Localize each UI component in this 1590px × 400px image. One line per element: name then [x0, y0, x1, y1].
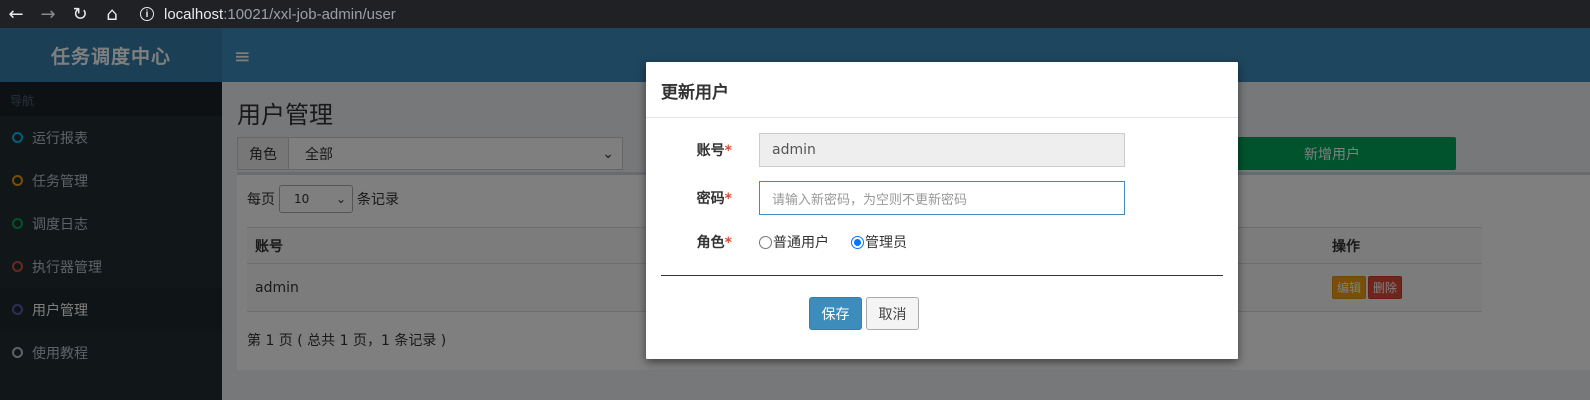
required-mark: * [724, 235, 732, 251]
save-button[interactable]: 保存 [809, 297, 862, 330]
browser-toolbar: ← → ↻ ⌂ i localhost:10021/xxl-job-admin/… [0, 0, 1590, 28]
password-label: 密码* [696, 188, 732, 208]
role-radio-normal[interactable] [759, 235, 772, 249]
address-bar[interactable]: i localhost:10021/xxl-job-admin/user [140, 6, 396, 23]
update-user-modal: 更新用户 账号* admin 密码* 请输入新密码，为空则不更新密码 角色* 普… [646, 62, 1238, 359]
info-icon[interactable]: i [140, 7, 154, 21]
role-option-label: 普通用户 [773, 235, 829, 251]
cancel-button[interactable]: 取消 [866, 297, 919, 330]
role-row: 角色* 普通用户 管理员 [646, 230, 1238, 258]
account-field[interactable]: admin [759, 133, 1125, 167]
form-divider [661, 275, 1223, 276]
role-label: 角色* [696, 232, 732, 252]
password-row: 密码* 请输入新密码，为空则不更新密码 [646, 181, 1238, 215]
url-host: localhost [164, 5, 224, 23]
home-icon[interactable]: ⌂ [96, 0, 128, 28]
account-label-text: 账号 [696, 143, 725, 159]
required-mark: * [724, 191, 732, 207]
reload-icon[interactable]: ↻ [64, 0, 96, 28]
back-icon[interactable]: ← [0, 0, 32, 28]
required-mark: * [724, 143, 732, 159]
account-label: 账号* [696, 140, 732, 160]
password-label-text: 密码 [696, 191, 725, 207]
role-option-label: 管理员 [865, 235, 907, 251]
role-label-text: 角色 [696, 235, 725, 251]
account-row: 账号* admin [646, 133, 1238, 167]
forward-icon[interactable]: → [32, 0, 64, 28]
url-path: :10021/xxl-job-admin/user [223, 5, 396, 23]
modal-title: 更新用户 [646, 62, 1238, 118]
password-field[interactable]: 请输入新密码，为空则不更新密码 [759, 181, 1125, 215]
role-radio-admin[interactable] [851, 235, 864, 249]
role-radio-group: 普通用户 管理员 [759, 232, 929, 252]
